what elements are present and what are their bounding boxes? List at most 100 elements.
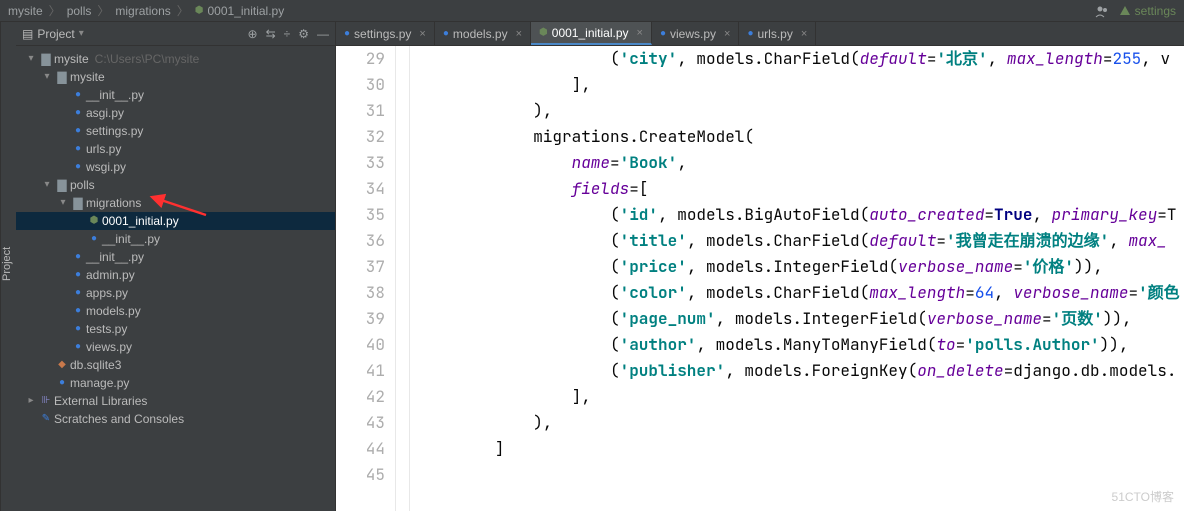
tree-item[interactable]: ⬢0001_initial.py [16, 212, 335, 230]
tree-item[interactable]: ✎Scratches and Consoles [16, 410, 335, 428]
close-tab-icon[interactable]: × [637, 27, 643, 39]
code-line[interactable] [418, 462, 1184, 488]
python-file-icon: ● [70, 248, 86, 266]
code-line[interactable]: ('color', models.CharField(max_length=64… [418, 280, 1184, 306]
breadcrumb-file[interactable]: 0001_initial.py [208, 4, 285, 18]
expand-all-icon[interactable]: ⇆ [266, 27, 276, 41]
tree-item-label: __init__.py [102, 230, 160, 248]
tree-item-label: External Libraries [54, 392, 147, 410]
tree-item[interactable]: ●views.py [16, 338, 335, 356]
python-file-icon: ● [70, 338, 86, 356]
tree-item[interactable]: ●tests.py [16, 320, 335, 338]
code-line[interactable]: ('id', models.BigAutoField(auto_created=… [418, 202, 1184, 228]
code-content[interactable]: ('city', models.CharField(default='北京', … [410, 46, 1184, 511]
tree-item-label: tests.py [86, 320, 127, 338]
python-file-icon: ● [86, 230, 102, 248]
breadcrumb-sep: 〉 [97, 2, 109, 19]
tree-item[interactable]: ●asgi.py [16, 104, 335, 122]
tree-item[interactable]: ▸⊪External Libraries [16, 392, 335, 410]
project-sidebar: ▤ Project▾ ⊕ ⇆ ÷ ⚙ — ▾▇mysiteC:\Users\PC… [16, 22, 336, 511]
code-line[interactable]: ], [418, 384, 1184, 410]
tree-item-label: polls [70, 176, 95, 194]
project-tool-tab[interactable]: Project [0, 22, 16, 511]
project-tree[interactable]: ▾▇mysiteC:\Users\PC\mysite▾▇mysite●__ini… [16, 46, 335, 511]
tree-item[interactable]: ◆db.sqlite3 [16, 356, 335, 374]
tree-item[interactable]: ●admin.py [16, 266, 335, 284]
tab-label: models.py [453, 27, 508, 41]
database-icon: ◆ [54, 356, 70, 374]
tree-item[interactable]: ▾▇mysite [16, 68, 335, 86]
line-number: 43 [336, 410, 385, 436]
close-tab-icon[interactable]: × [801, 28, 807, 40]
tree-item[interactable]: ●models.py [16, 302, 335, 320]
code-line[interactable]: ), [418, 410, 1184, 436]
close-tab-icon[interactable]: × [724, 28, 730, 40]
expand-arrow-icon[interactable]: ▾ [40, 68, 54, 86]
library-icon: ⊪ [38, 392, 54, 410]
editor-tab[interactable]: ● models.py × [435, 22, 531, 45]
code-editor[interactable]: 2930313233343536373839404142434445 ('cit… [336, 46, 1184, 511]
python-file-icon: ● [747, 28, 753, 39]
breadcrumb-item[interactable]: migrations [115, 4, 170, 18]
python-file-icon: ● [70, 302, 86, 320]
editor-tab[interactable]: ⬢0001_initial.py× [531, 22, 652, 45]
select-opened-file-icon[interactable]: ⊕ [248, 27, 258, 41]
code-line[interactable]: ('city', models.CharField(default='北京', … [418, 46, 1184, 72]
code-line[interactable]: ('page_num', models.IntegerField(verbose… [418, 306, 1184, 332]
tree-item[interactable]: ●__init__.py [16, 248, 335, 266]
tree-item[interactable]: ▾▇polls [16, 176, 335, 194]
line-number: 35 [336, 202, 385, 228]
line-number: 33 [336, 150, 385, 176]
tree-item[interactable]: ●manage.py [16, 374, 335, 392]
tree-item[interactable]: ●apps.py [16, 284, 335, 302]
line-number: 39 [336, 306, 385, 332]
settings-link[interactable]: settings [1119, 4, 1176, 18]
expand-arrow-icon[interactable]: ▾ [40, 176, 54, 194]
code-line[interactable]: ('publisher', models.ForeignKey(on_delet… [418, 358, 1184, 384]
line-number-gutter: 2930313233343536373839404142434445 [336, 46, 396, 511]
close-tab-icon[interactable]: × [419, 28, 425, 40]
code-line[interactable]: ] [418, 436, 1184, 462]
line-number: 44 [336, 436, 385, 462]
tab-label: settings.py [354, 27, 411, 41]
editor-tab[interactable]: ●settings.py× [336, 22, 435, 45]
code-line[interactable]: name='Book', [418, 150, 1184, 176]
tree-item[interactable]: ▾▇migrations [16, 194, 335, 212]
python-file-icon: ● [443, 28, 449, 39]
collapse-all-icon[interactable]: ÷ [284, 27, 291, 41]
django-file-icon: ⬢ [539, 27, 548, 38]
code-line[interactable]: ], [418, 72, 1184, 98]
tree-item[interactable]: ●__init__.py [16, 230, 335, 248]
code-line[interactable]: ), [418, 98, 1184, 124]
python-file-icon: ● [70, 158, 86, 176]
close-tab-icon[interactable]: × [516, 28, 522, 40]
breadcrumb-item[interactable]: polls [67, 4, 92, 18]
hide-panel-icon[interactable]: — [317, 27, 329, 41]
line-number: 30 [336, 72, 385, 98]
expand-arrow-icon[interactable]: ▾ [24, 50, 38, 68]
tree-item[interactable]: ●urls.py [16, 140, 335, 158]
code-line[interactable]: ('title', models.CharField(default='我曾走在… [418, 228, 1184, 254]
breadcrumb-root[interactable]: mysite [8, 4, 43, 18]
expand-arrow-icon[interactable]: ▾ [56, 194, 70, 212]
expand-arrow-icon[interactable]: ▸ [24, 392, 38, 410]
code-with-me-icon[interactable] [1095, 4, 1109, 18]
editor-tab[interactable]: ●urls.py× [739, 22, 816, 45]
editor-tab[interactable]: ●views.py× [652, 22, 740, 45]
code-line[interactable]: ('price', models.IntegerField(verbose_na… [418, 254, 1184, 280]
tree-item[interactable]: ●settings.py [16, 122, 335, 140]
editor-tabs: ●settings.py×●models.py×⬢0001_initial.py… [336, 22, 1184, 46]
tree-item[interactable]: ●wsgi.py [16, 158, 335, 176]
line-number: 29 [336, 46, 385, 72]
tree-item[interactable]: ▾▇mysiteC:\Users\PC\mysite [16, 50, 335, 68]
line-number: 38 [336, 280, 385, 306]
breadcrumb-sep: 〉 [177, 2, 189, 19]
code-line[interactable]: ('author', models.ManyToManyField(to='po… [418, 332, 1184, 358]
show-options-icon[interactable]: ⚙ [298, 27, 309, 41]
code-line[interactable]: fields=[ [418, 176, 1184, 202]
tree-item-label: apps.py [86, 284, 128, 302]
project-panel-title[interactable]: Project▾ [37, 27, 83, 41]
fold-gutter[interactable] [396, 46, 410, 511]
code-line[interactable]: migrations.CreateModel( [418, 124, 1184, 150]
tree-item[interactable]: ●__init__.py [16, 86, 335, 104]
